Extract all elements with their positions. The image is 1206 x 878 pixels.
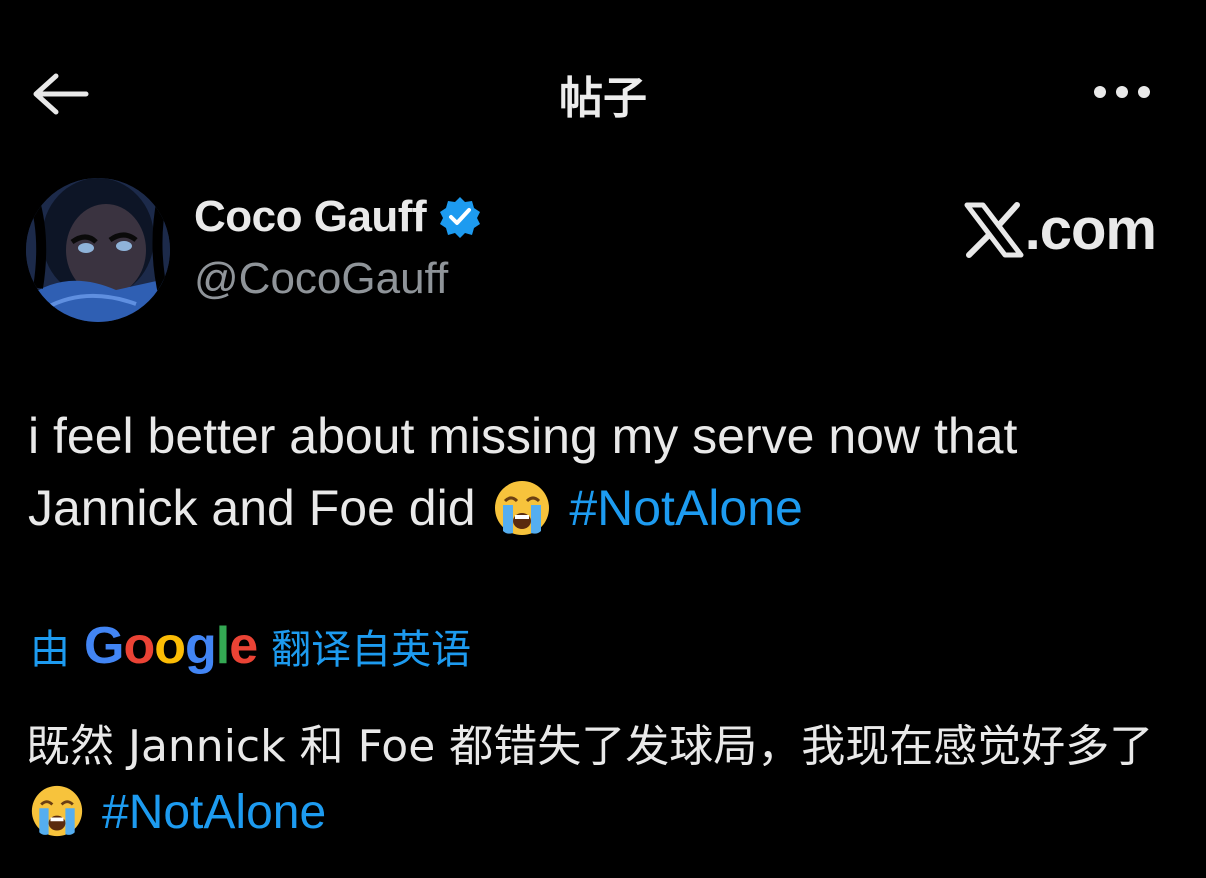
watermark-domain: .com (1024, 197, 1157, 262)
translation-suffix: 翻译自英语 (271, 627, 472, 673)
more-options-button[interactable] (1086, 70, 1158, 114)
google-logo: Google (84, 617, 258, 675)
author-name-row: Coco Gauff (194, 192, 482, 242)
author-handle[interactable]: @CocoGauff (194, 254, 448, 304)
back-arrow-icon (33, 73, 89, 115)
loudly-crying-face-icon (31, 785, 83, 837)
loudly-crying-face-icon (495, 481, 550, 535)
translated-tweet-body: 既然 Jannick 和 Foe 都错失了发球局，我现在感觉好多了 #NotAl… (26, 714, 1186, 847)
x-watermark: .com (963, 196, 1157, 263)
display-name[interactable]: Coco Gauff (194, 192, 427, 242)
translation-attribution[interactable]: 由 Google 翻译自英语 (30, 616, 471, 676)
translated-hashtag-link[interactable]: #NotAlone (102, 786, 326, 839)
avatar[interactable] (26, 178, 170, 322)
more-horizontal-icon (1094, 86, 1150, 98)
translation-prefix: 由 (30, 627, 70, 673)
page-title: 帖子 (559, 73, 647, 124)
verified-badge-icon (440, 197, 481, 238)
hashtag-link[interactable]: #NotAlone (569, 480, 803, 536)
tweet-text-line2: Jannick and Foe did (28, 480, 476, 536)
tweet-body: i feel better about missing my serve now… (28, 400, 1178, 544)
avatar-image (26, 178, 170, 322)
translated-text: 既然 Jannick 和 Foe 都错失了发球局，我现在感觉好多了 (26, 721, 1154, 772)
back-button[interactable] (28, 66, 94, 122)
tweet-text-line1: i feel better about missing my serve now… (28, 408, 1018, 464)
x-logo-icon (964, 201, 1024, 258)
top-bar: 帖子 (0, 0, 1206, 184)
